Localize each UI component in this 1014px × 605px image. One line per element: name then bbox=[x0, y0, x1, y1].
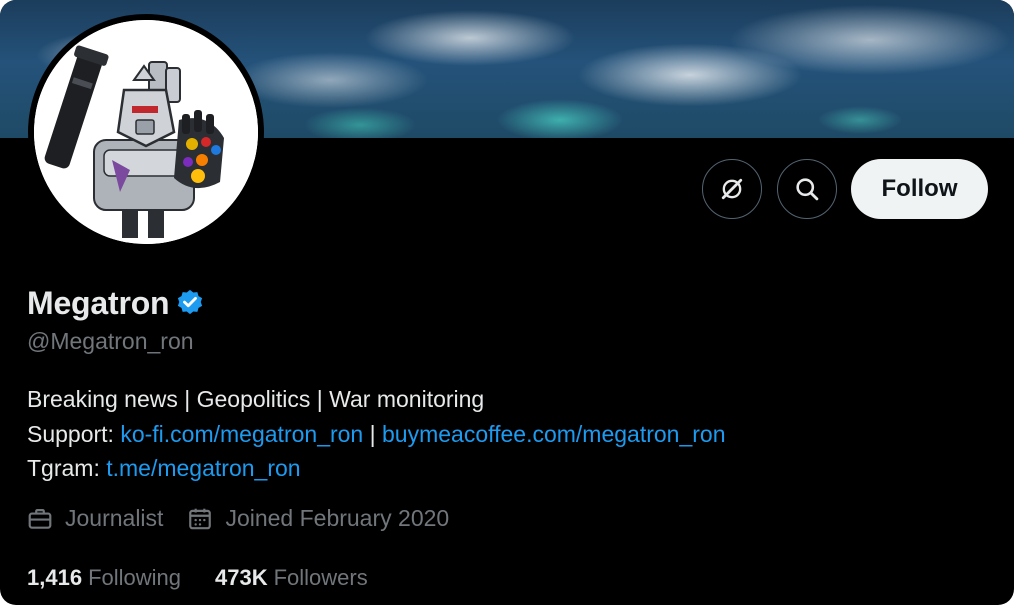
bio-line-2: Support: ko-fi.com/megatron_ron | buymea… bbox=[27, 417, 726, 452]
follow-button[interactable]: Follow bbox=[851, 159, 988, 219]
following-label: Following bbox=[88, 565, 181, 590]
user-handle: @Megatron_ron bbox=[27, 328, 194, 354]
search-icon bbox=[796, 178, 819, 201]
display-name: Megatron bbox=[27, 284, 170, 321]
display-name-row: Megatron bbox=[27, 282, 205, 324]
avatar-image bbox=[34, 20, 258, 244]
briefcase-icon bbox=[28, 508, 52, 529]
followers-link[interactable]: 473K Followers bbox=[215, 565, 368, 591]
followers-label: Followers bbox=[273, 565, 368, 590]
profession-item: Journalist bbox=[27, 505, 163, 532]
profile-card: Follow Megatron @Megatron_ron Breaking n… bbox=[0, 0, 1014, 605]
profile-bio: Breaking news | Geopolitics | War monito… bbox=[27, 382, 726, 486]
following-count: 1,416 bbox=[27, 565, 83, 590]
search-button[interactable] bbox=[777, 159, 837, 219]
link-separator: | bbox=[363, 420, 382, 447]
kofi-link[interactable]: ko-fi.com/megatron_ron bbox=[120, 421, 363, 447]
verified-badge-icon[interactable] bbox=[175, 288, 205, 318]
profile-stats: 1,416 Following 473K Followers bbox=[27, 565, 402, 591]
profile-avatar[interactable] bbox=[28, 14, 264, 250]
followers-count: 473K bbox=[215, 565, 268, 590]
joined-item: Joined February 2020 bbox=[187, 505, 449, 532]
profession-label[interactable]: Journalist bbox=[65, 505, 163, 532]
joined-date: Joined February 2020 bbox=[225, 505, 450, 531]
bio-line-1: Breaking news | Geopolitics | War monito… bbox=[27, 386, 485, 412]
calendar-icon bbox=[189, 508, 212, 529]
buymeacoffee-link[interactable]: buymeacoffee.com/megatron_ron bbox=[382, 421, 726, 447]
telegram-link[interactable]: t.me/megatron_ron bbox=[106, 455, 300, 481]
grok-button[interactable] bbox=[702, 159, 762, 219]
bio-line-3: Tgram: t.me/megatron_ron bbox=[27, 451, 726, 486]
grok-icon bbox=[721, 178, 743, 200]
tgram-label: Tgram: bbox=[27, 455, 100, 481]
profile-meta: Journalist Joined February 2020 bbox=[27, 505, 473, 532]
robot-avatar-icon bbox=[34, 20, 258, 244]
support-label: Support: bbox=[27, 420, 114, 447]
following-link[interactable]: 1,416 Following bbox=[27, 565, 181, 591]
